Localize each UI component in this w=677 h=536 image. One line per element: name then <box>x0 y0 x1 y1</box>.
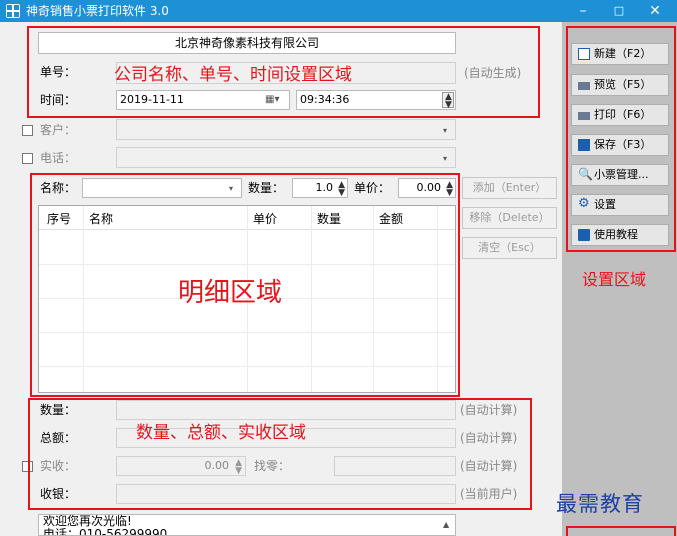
phone-label: 电话： <box>40 151 77 165</box>
close-icon[interactable]: ✕ <box>638 0 672 22</box>
footer-line-2: 电话：010-56299990 <box>43 527 168 536</box>
remove-item-button[interactable]: 移除（Delete） <box>462 207 557 229</box>
title-bar: 神奇销售小票打印软件 3.0 – □ ✕ <box>0 0 677 22</box>
add-item-button[interactable]: 添加（Enter） <box>462 177 557 199</box>
bottom-zone-outline <box>566 526 676 536</box>
header-zone-label: 公司名称、单号、时间设置区域 <box>114 65 352 85</box>
scroll-up-icon[interactable]: ▲ <box>443 520 449 529</box>
settings-zone-outline <box>566 26 676 252</box>
totals-zone-outline <box>28 398 532 510</box>
customer-label: 客户： <box>40 123 77 137</box>
phone-checkbox[interactable] <box>22 153 33 164</box>
settings-zone-label: 设置区域 <box>582 270 647 289</box>
totals-zone-label: 数量、总额、实收区域 <box>136 423 306 443</box>
window-title: 神奇销售小票打印软件 3.0 <box>26 4 169 18</box>
watermark-text: 最需教育 <box>556 492 644 516</box>
minimize-icon[interactable]: – <box>566 0 600 22</box>
clear-items-button[interactable]: 清空（Esc） <box>462 237 557 259</box>
detail-zone-label: 明细区域 <box>178 278 283 308</box>
maximize-icon[interactable]: □ <box>602 0 636 22</box>
app-icon <box>6 4 20 18</box>
phone-select[interactable]: ▾ <box>116 147 456 168</box>
customer-select[interactable]: ▾ <box>116 119 456 140</box>
customer-checkbox[interactable] <box>22 125 33 136</box>
footer-textarea[interactable]: 欢迎您再次光临! 电话：010-56299990 ▲ <box>38 514 456 536</box>
